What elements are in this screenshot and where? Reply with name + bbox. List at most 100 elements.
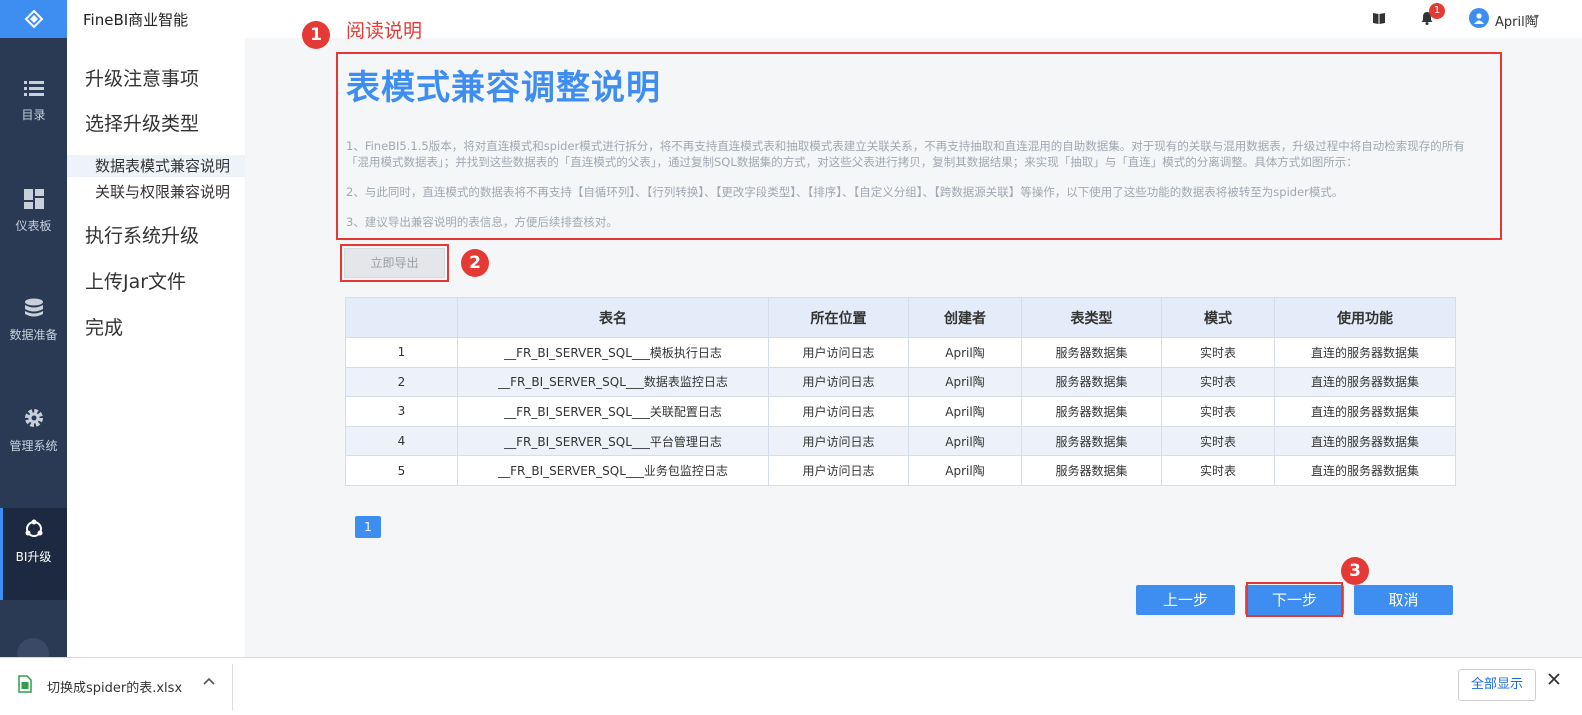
- table-row: 4 __FR_BI_SERVER_SQL___平台管理日志 用户访问日志 Apr…: [345, 425, 1456, 457]
- header-table-type: 表类型: [1021, 297, 1162, 338]
- top-bar: FineBI商业智能 1 April陶 ▾: [67, 0, 1582, 38]
- cell-table-type: 服务器数据集: [1021, 337, 1162, 368]
- app-logo[interactable]: [0, 0, 67, 38]
- pagination-page-1[interactable]: 1: [355, 516, 381, 538]
- close-icon[interactable]: [1547, 672, 1561, 686]
- annotation-3: 3: [1341, 557, 1369, 585]
- step-complete[interactable]: 完成: [85, 313, 123, 340]
- notice-paragraph-2: 2、与此同时，直连模式的数据表将不再支持【自循环列】、【行列转换】、【更改字段类…: [346, 185, 1344, 199]
- table-header-row: 表名 所在位置 创建者 表类型 模式 使用功能: [345, 297, 1456, 338]
- notice-paragraph-1-line-2: 「混用模式数据表」；并找到这些数据表的「直连模式的父表」，通过复制SQL数据集的…: [346, 155, 1358, 169]
- show-all-button[interactable]: 全部显示: [1458, 669, 1536, 701]
- logo-icon: [24, 9, 43, 29]
- cell-mode: 实时表: [1161, 455, 1275, 486]
- download-bar: 切换成spider的表.xlsx 全部显示: [0, 657, 1582, 715]
- cell-creator: April陶: [908, 455, 1022, 486]
- annotation-box-next: [1246, 582, 1343, 617]
- cell-feature: 直连的服务器数据集: [1274, 396, 1456, 427]
- annotation-read-note: 阅读说明: [346, 20, 423, 42]
- step-table-compat[interactable]: 数据表模式兼容说明: [67, 155, 245, 177]
- chevron-up-icon[interactable]: [202, 675, 216, 689]
- database-icon: [24, 298, 43, 317]
- cell-index: 1: [345, 337, 458, 368]
- cell-mode: 实时表: [1161, 396, 1275, 427]
- cell-mode: 实时表: [1161, 425, 1275, 457]
- user-menu-caret[interactable]: ▾: [1534, 12, 1539, 23]
- dashboard-icon: [23, 189, 44, 209]
- step-upgrade-notes[interactable]: 升级注意事项: [85, 64, 199, 91]
- left-navigation: 目录 仪表板 数据准备 管理系统 BI升级: [0, 0, 67, 670]
- notice-title: 表模式兼容调整说明: [346, 68, 661, 108]
- cell-table-name: __FR_BI_SERVER_SQL___模板执行日志: [457, 337, 769, 368]
- header-location: 所在位置: [768, 297, 909, 338]
- notice-paragraph-1-line-1: 1、FineBI5.1.5版本，将对直连模式和spider模式进行拆分，将不再支…: [346, 139, 1465, 153]
- annotation-1: 1: [302, 21, 330, 49]
- cell-feature: 直连的服务器数据集: [1274, 425, 1456, 457]
- cell-location: 用户访问日志: [768, 366, 909, 398]
- cell-feature: 直连的服务器数据集: [1274, 366, 1456, 398]
- excel-file-icon: [18, 675, 32, 693]
- table-row: 5 __FR_BI_SERVER_SQL___业务包监控日志 用户访问日志 Ap…: [345, 455, 1456, 486]
- nav-label-management: 管理系统: [9, 439, 58, 453]
- step-upload-jar[interactable]: 上传Jar文件: [85, 267, 186, 294]
- annotation-2: 2: [461, 249, 489, 277]
- cell-table-name: __FR_BI_SERVER_SQL___数据表监控日志: [457, 366, 769, 398]
- notice-paragraph-3: 3、建议导出兼容说明的表信息，方便后续排查核对。: [346, 215, 618, 229]
- download-separator: [232, 664, 233, 710]
- download-filename[interactable]: 切换成spider的表.xlsx: [47, 677, 182, 696]
- step-relation-compat[interactable]: 关联与权限兼容说明: [95, 181, 230, 202]
- table-row: 2 __FR_BI_SERVER_SQL___数据表监控日志 用户访问日志 Ap…: [345, 366, 1456, 398]
- table-row: 3 __FR_BI_SERVER_SQL___关联配置日志 用户访问日志 Apr…: [345, 396, 1456, 427]
- prev-step-button[interactable]: 上一步: [1136, 585, 1235, 615]
- nav-item-management[interactable]: 管理系统: [0, 407, 67, 477]
- gear-icon: [24, 409, 43, 427]
- cell-location: 用户访问日志: [768, 337, 909, 368]
- cell-mode: 实时表: [1161, 337, 1275, 368]
- cell-location: 用户访问日志: [768, 396, 909, 427]
- cell-mode: 实时表: [1161, 366, 1275, 398]
- nav-label-catalog: 目录: [21, 108, 46, 122]
- cell-table-type: 服务器数据集: [1021, 366, 1162, 398]
- cell-location: 用户访问日志: [768, 455, 909, 486]
- app-title: FineBI商业智能: [83, 11, 189, 29]
- nav-label-data-prep: 数据准备: [9, 328, 58, 342]
- header-mode: 模式: [1161, 297, 1275, 338]
- compat-table: 表名 所在位置 创建者 表类型 模式 使用功能 1 __FR_BI_SERVER…: [345, 297, 1456, 486]
- cell-table-name: __FR_BI_SERVER_SQL___关联配置日志: [457, 396, 769, 427]
- cancel-button[interactable]: 取消: [1354, 585, 1453, 615]
- upgrade-icon: [25, 519, 42, 537]
- cell-creator: April陶: [908, 425, 1022, 457]
- header-table-name: 表名: [457, 297, 769, 338]
- step-select-type[interactable]: 选择升级类型: [85, 109, 199, 136]
- table-row: 1 __FR_BI_SERVER_SQL___模板执行日志 用户访问日志 Apr…: [345, 337, 1456, 368]
- cell-creator: April陶: [908, 396, 1022, 427]
- cell-index: 2: [345, 366, 458, 398]
- nav-item-dashboard[interactable]: 仪表板: [0, 189, 67, 259]
- cell-table-type: 服务器数据集: [1021, 455, 1162, 486]
- cell-location: 用户访问日志: [768, 425, 909, 457]
- cell-table-type: 服务器数据集: [1021, 425, 1162, 457]
- user-icon: [1474, 13, 1484, 24]
- user-name[interactable]: April陶: [1495, 11, 1538, 30]
- cell-table-name: __FR_BI_SERVER_SQL___平台管理日志: [457, 425, 769, 457]
- header-creator: 创建者: [908, 297, 1022, 338]
- annotation-box-export: [340, 244, 449, 282]
- cell-index: 4: [345, 425, 458, 457]
- step-execute-upgrade[interactable]: 执行系统升级: [85, 221, 199, 248]
- cell-index: 5: [345, 455, 458, 486]
- avatar[interactable]: [1469, 8, 1489, 28]
- notification-badge: 1: [1429, 3, 1445, 19]
- header-index: [345, 297, 458, 338]
- nav-item-bi-upgrade[interactable]: BI升级: [0, 508, 67, 600]
- nav-item-catalog[interactable]: 目录: [0, 80, 67, 150]
- header-feature: 使用功能: [1274, 297, 1456, 338]
- upgrade-steps-panel: 升级注意事项 选择升级类型 数据表模式兼容说明 关联与权限兼容说明 执行系统升级…: [67, 38, 245, 657]
- cell-index: 3: [345, 396, 458, 427]
- nav-item-data-prep[interactable]: 数据准备: [0, 298, 67, 368]
- cell-creator: April陶: [908, 366, 1022, 398]
- nav-label-dashboard: 仪表板: [15, 219, 52, 233]
- cell-table-name: __FR_BI_SERVER_SQL___业务包监控日志: [457, 455, 769, 486]
- cell-feature: 直连的服务器数据集: [1274, 455, 1456, 486]
- list-icon: [23, 81, 44, 96]
- book-icon[interactable]: [1372, 11, 1386, 25]
